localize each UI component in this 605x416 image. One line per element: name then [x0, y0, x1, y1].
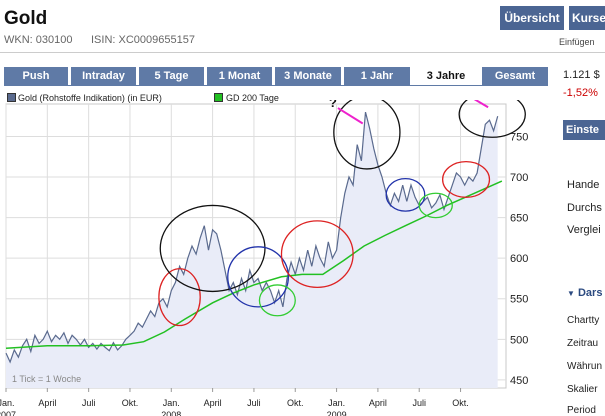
side-option-skalierung[interactable]: Skalier [567, 384, 598, 395]
side-option-charttyp[interactable]: Chartty [567, 315, 599, 326]
x-tick-label: April [38, 398, 56, 408]
y-tick-label: 550 [510, 294, 528, 306]
tab-underline [4, 85, 548, 86]
price-chart: 450 500 550 600 650 700 750 Jan. 2007 April Juli Ok… [0, 100, 528, 416]
tab-1-jahr[interactable]: 1 Jahr [344, 67, 410, 85]
x-tick-label: Okt. [287, 398, 304, 408]
x-tick-label: April [369, 398, 387, 408]
page-title: Gold [4, 8, 48, 29]
y-tick-label: 650 [510, 213, 528, 225]
tab-push[interactable]: Push [4, 67, 68, 85]
side-option-waehrung[interactable]: Währun [567, 361, 602, 372]
tab-gesamt[interactable]: Gesamt [482, 67, 548, 85]
darstellung-header[interactable]: ▼ Dars [567, 287, 602, 299]
change-value: -1,52% [563, 87, 598, 99]
kurse-button[interactable]: Kurse [569, 6, 605, 30]
x-tick-label: Jan. [328, 398, 345, 408]
wkn-label: WKN: 030100 [4, 34, 73, 46]
x-tick-label: Jan. [163, 398, 180, 408]
x-tick-label: Juli [412, 398, 426, 408]
side-label-vergleich: Verglei [567, 224, 601, 236]
uebersicht-button[interactable]: Übersicht [500, 6, 564, 30]
x-tick-label: Jan. [0, 398, 15, 408]
y-tick-label: 450 [510, 375, 528, 387]
y-tick-label: 700 [510, 172, 528, 184]
tab-5-tage[interactable]: 5 Tage [139, 67, 204, 85]
tab-intraday[interactable]: Intraday [71, 67, 136, 85]
einstellungen-header[interactable]: Einste [563, 120, 605, 140]
x-tick-label: Juli [247, 398, 261, 408]
chevron-down-icon: ▼ [567, 289, 575, 298]
einfuegen-link[interactable]: Einfügen [559, 37, 595, 47]
side-label-durchschnitt: Durchs [567, 202, 602, 214]
tab-3-jahre[interactable]: 3 Jahre [413, 67, 479, 85]
x-tick-label: Okt. [452, 398, 469, 408]
darstellung-label: Dars [577, 287, 603, 299]
tab-1-monat[interactable]: 1 Monat [207, 67, 272, 85]
x-tick-year-label: 2009 [327, 410, 347, 416]
x-tick-label: April [204, 398, 222, 408]
side-option-periode[interactable]: Period [567, 405, 596, 416]
y-tick-label: 750 [510, 131, 528, 143]
side-option-zeitraum[interactable]: Zeitrau [567, 338, 598, 349]
tick-note: 1 Tick = 1 Woche [12, 374, 81, 384]
price-value: 1.121 $ [563, 69, 600, 81]
y-tick-label: 600 [510, 253, 528, 265]
x-tick-label: Okt. [122, 398, 139, 408]
isin-label: ISIN: XC0009655157 [91, 34, 195, 46]
question-mark-annotation: ? [329, 100, 337, 110]
tab-3-monate[interactable]: 3 Monate [275, 67, 341, 85]
y-tick-label: 500 [510, 334, 528, 346]
header-divider [0, 52, 605, 53]
side-label-handel: Hande [567, 179, 600, 191]
x-tick-year-label: 2007 [0, 410, 16, 416]
x-tick-label: Juli [82, 398, 96, 408]
x-tick-year-label: 2008 [161, 410, 181, 416]
